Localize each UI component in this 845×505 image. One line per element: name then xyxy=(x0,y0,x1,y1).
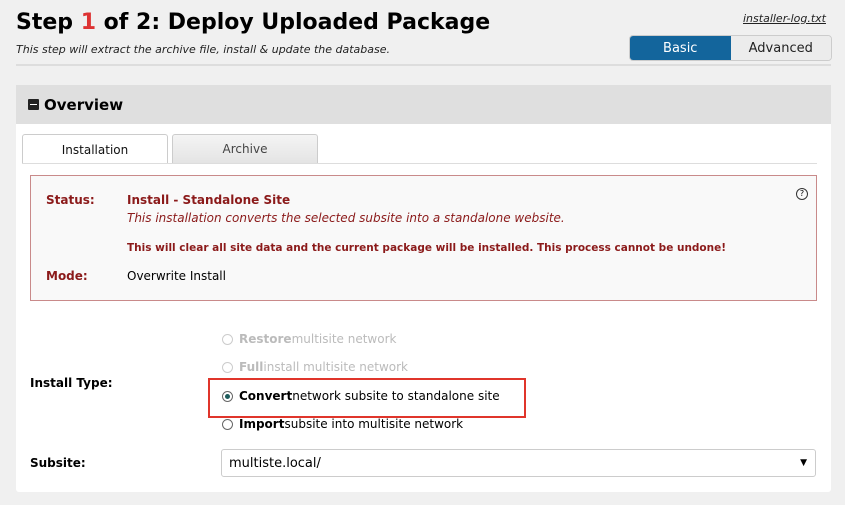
tab-archive[interactable]: Archive xyxy=(172,134,318,163)
status-description: This installation converts the selected … xyxy=(127,211,565,225)
radio-convert[interactable]: Convert network subsite to standalone si… xyxy=(222,389,500,403)
radio-restore: Restore multisite network xyxy=(222,332,396,346)
divider xyxy=(16,64,831,66)
overview-panel: Overview Installation Archive Status: In… xyxy=(16,85,831,492)
overview-title: Overview xyxy=(44,95,124,114)
mode-label: Mode: xyxy=(46,269,88,283)
tab-divider xyxy=(22,163,817,164)
status-label: Status: xyxy=(46,193,95,207)
subsite-label: Subsite: xyxy=(30,456,86,470)
install-type-label: Install Type: xyxy=(30,376,113,390)
mode-value: Overwrite Install xyxy=(127,269,226,283)
subsite-select[interactable]: multiste.local/ ▼ xyxy=(221,449,816,477)
collapse-icon[interactable] xyxy=(28,99,39,110)
help-icon[interactable]: ? xyxy=(796,188,808,200)
step-number: 1 xyxy=(80,10,97,35)
mode-toggle: Basic Advanced xyxy=(629,35,832,61)
radio-full-install: Full install multisite network xyxy=(222,360,408,374)
status-value: Install - Standalone Site xyxy=(127,193,291,207)
page-title: Step 1 of 2: Deploy Uploaded Package xyxy=(16,10,491,35)
advanced-mode-button[interactable]: Advanced xyxy=(730,36,831,60)
status-warning: This will clear all site data and the cu… xyxy=(127,242,727,254)
status-box: Status: Install - Standalone Site This i… xyxy=(30,175,817,301)
chevron-down-icon: ▼ xyxy=(800,458,807,468)
subsite-value: multiste.local/ xyxy=(229,455,321,471)
radio-import[interactable]: Import subsite into multisite network xyxy=(222,417,463,431)
basic-mode-button[interactable]: Basic xyxy=(630,36,731,60)
tab-installation[interactable]: Installation xyxy=(22,134,168,164)
overview-header[interactable]: Overview xyxy=(16,85,831,124)
page-subtitle: This step will extract the archive file,… xyxy=(16,43,391,56)
installer-log-link[interactable]: installer-log.txt xyxy=(743,12,826,25)
